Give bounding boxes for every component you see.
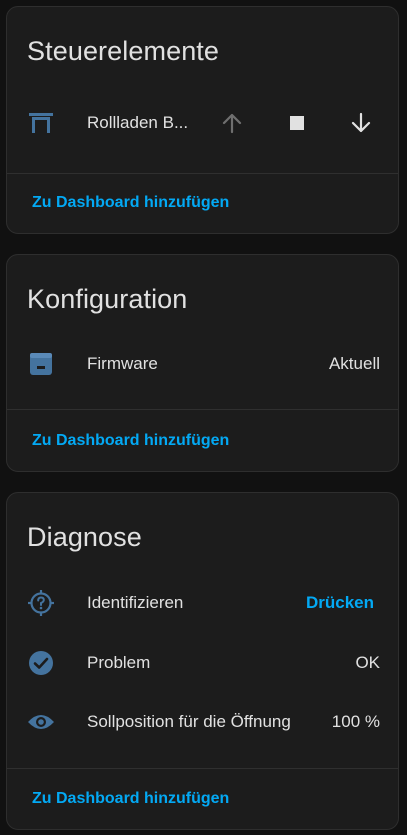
check-circle-icon	[27, 651, 55, 675]
firmware-row[interactable]: Firmware Aktuell	[7, 344, 398, 384]
problem-value: OK	[355, 653, 380, 672]
divider	[7, 409, 398, 410]
crosshairs-question-icon	[27, 590, 55, 616]
blinds-entity-label[interactable]: Rollladen B...	[87, 113, 188, 133]
blinds-icon	[27, 111, 55, 135]
firmware-value: Aktuell	[328, 354, 380, 373]
arrow-down-icon	[351, 112, 371, 133]
stop-icon	[290, 116, 304, 130]
divider	[7, 768, 398, 769]
press-button[interactable]: Drücken	[306, 593, 374, 613]
config-card-title: Konfiguration	[27, 284, 188, 314]
diagnostics-card-title: Diagnose	[27, 522, 142, 552]
target-position-row[interactable]: Sollposition für die Öffnung 100 %	[7, 702, 398, 742]
blinds-entity-row[interactable]: Rollladen B...	[7, 103, 398, 143]
identify-row: Identifizieren Drücken	[7, 583, 398, 623]
diagnostics-card: Diagnose Identifizieren Drücken Problem …	[6, 492, 399, 830]
controls-card-title: Steuerelemente	[27, 36, 220, 66]
config-card: Konfiguration Firmware Aktuell Zu Dashbo…	[6, 254, 399, 472]
target-position-label: Sollposition für die Öffnung	[87, 712, 291, 731]
stop-cover-button[interactable]	[283, 109, 311, 137]
problem-label: Problem	[87, 653, 151, 672]
arrow-up-icon	[222, 113, 242, 134]
open-cover-button[interactable]	[218, 109, 246, 137]
identify-label: Identifizieren	[87, 593, 184, 612]
add-to-dashboard-link[interactable]: Zu Dashboard hinzufügen	[32, 194, 229, 212]
eye-icon	[27, 710, 55, 734]
close-cover-button[interactable]	[347, 109, 375, 137]
problem-row[interactable]: Problem OK	[7, 643, 398, 683]
target-position-value: 100 %	[331, 712, 380, 731]
package-icon	[27, 352, 55, 376]
add-to-dashboard-link[interactable]: Zu Dashboard hinzufügen	[32, 432, 229, 450]
firmware-label: Firmware	[87, 354, 158, 373]
add-to-dashboard-link[interactable]: Zu Dashboard hinzufügen	[32, 790, 229, 808]
controls-card: Steuerelemente Rollladen B... Zu Dashboa…	[6, 6, 399, 234]
divider	[7, 173, 398, 174]
